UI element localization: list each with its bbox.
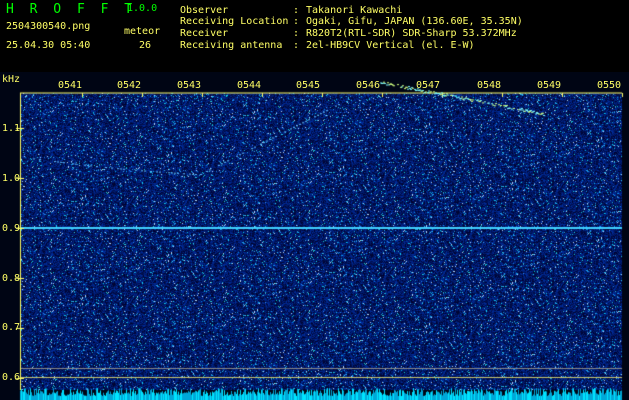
time-tick-label: 0548 [477,80,502,91]
info-value-observer: Takanori Kawachi [306,5,403,16]
info-value-location: Ogaki, Gifu, JAPAN (136.60E, 35.35N) [306,16,523,27]
time-tick-label: 0541 [58,80,83,91]
time-tick-label: 0549 [537,80,562,91]
file-datetime: 25.04.30 05:40 [6,40,91,51]
app-version: 1.0.0 [127,3,158,14]
freq-tick-label: 0.9 [2,223,21,234]
freq-tick-label: 0.6 [2,372,21,383]
info-value-antenna: 2el-HB9CV Vertical (el. E-W) [306,40,475,51]
freq-tick-label: 1.1 [2,123,21,134]
meteor-count: 26 [139,40,152,51]
time-tick-label: 0546 [356,80,381,91]
freq-tick-label: 0.8 [2,273,21,284]
meteor-label: meteor [124,26,161,37]
info-sep-receiver: : [293,28,300,39]
freq-tick-label: 0.7 [2,322,21,333]
file-name: 2504300540.png [6,21,91,32]
info-sep-location: : [293,16,300,27]
app-title: H R O F F T [6,2,137,17]
info-key-location: Receiving Location [180,16,289,27]
waterfall-spectrogram [0,72,629,400]
info-key-receiver: Receiver [180,28,229,39]
axis-unit-label: kHz [2,74,21,85]
time-tick-label: 0542 [117,80,142,91]
time-tick-label: 0547 [416,80,441,91]
info-sep-antenna: : [293,40,300,51]
freq-tick-label: 1.0 [2,173,21,184]
hrofft-window: H R O F F T 1.0.0 2504300540.png 25.04.3… [0,0,629,400]
info-sep-observer: : [293,5,300,16]
time-tick-label: 0543 [177,80,202,91]
info-key-observer: Observer [180,5,229,16]
time-tick-label: 0545 [296,80,321,91]
time-tick-label: 0550 [597,80,622,91]
header-panel: H R O F F T 1.0.0 2504300540.png 25.04.3… [0,0,629,72]
time-tick-label: 0544 [237,80,262,91]
info-value-receiver: R820T2(RTL-SDR) SDR-Sharp 53.372MHz [306,28,517,39]
info-key-antenna: Receiving antenna [180,40,283,51]
